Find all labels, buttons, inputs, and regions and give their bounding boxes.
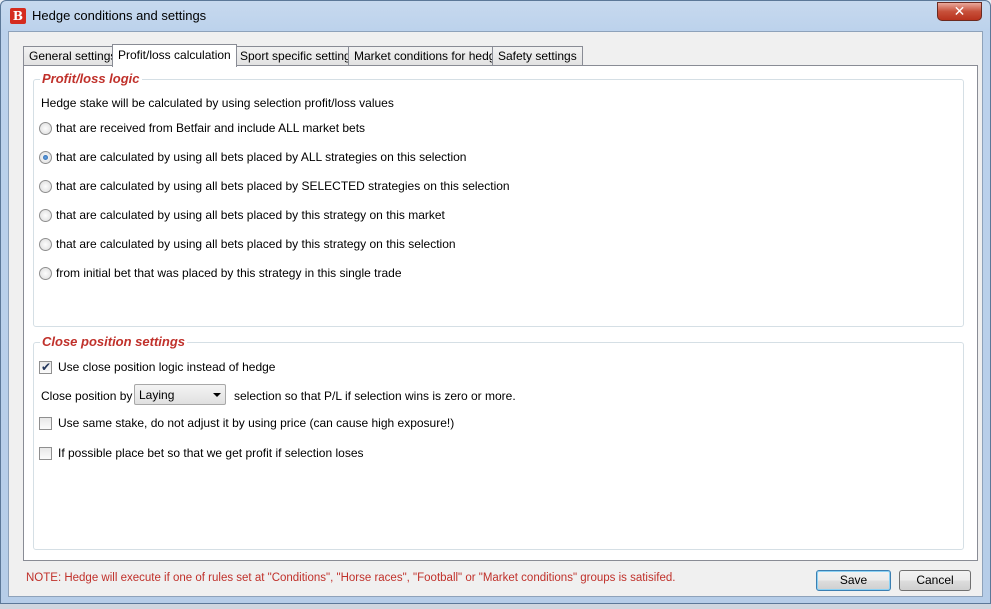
radio-label: that are calculated by using all bets pl… bbox=[56, 150, 467, 164]
close-position-by-label: Close position by bbox=[41, 389, 133, 403]
window-title: Hedge conditions and settings bbox=[32, 8, 207, 23]
close-position-by-dropdown[interactable]: Laying bbox=[134, 384, 226, 405]
tab-safety-settings[interactable]: Safety settings bbox=[492, 46, 583, 66]
radio-label: that are calculated by using all bets pl… bbox=[56, 208, 445, 222]
checkbox-label: Use same stake, do not adjust it by usin… bbox=[58, 416, 455, 430]
radio-label: from initial bet that was placed by this… bbox=[56, 266, 402, 280]
use-close-logic-checkbox[interactable] bbox=[39, 360, 52, 374]
same-stake-checkbox[interactable] bbox=[39, 417, 52, 430]
radio-label: that are calculated by using all bets pl… bbox=[56, 237, 456, 251]
cancel-button[interactable]: Cancel bbox=[899, 570, 971, 591]
footer-note: NOTE: Hedge will execute if one of rules… bbox=[26, 572, 676, 584]
dialog-client-area: General settings Profit/loss calculation… bbox=[8, 31, 983, 597]
title-bar[interactable]: B Hedge conditions and settings ✕ bbox=[1, 1, 990, 31]
radio-button[interactable] bbox=[39, 209, 52, 222]
app-logo-icon: B bbox=[10, 8, 26, 24]
close-position-by-suffix: selection so that P/L if selection wins … bbox=[234, 389, 516, 403]
tab-market-conditions-for-hedge[interactable]: Market conditions for hedge bbox=[348, 46, 509, 66]
close-icon: ✕ bbox=[953, 3, 966, 19]
save-button[interactable]: Save bbox=[816, 570, 891, 591]
radio-button[interactable] bbox=[39, 122, 52, 135]
checkbox-label: If possible place bet so that we get pro… bbox=[58, 446, 364, 460]
profit-loss-intro-text: Hedge stake will be calculated by using … bbox=[41, 96, 394, 110]
dialog-window: B Hedge conditions and settings ✕ Genera… bbox=[0, 0, 991, 604]
tab-general-settings[interactable]: General settings bbox=[23, 46, 123, 66]
tab-panel-profit-loss: Profit/loss logic Hedge stake will be ca… bbox=[23, 65, 978, 561]
radio-button-selected[interactable] bbox=[39, 151, 52, 164]
radio-label: that are calculated by using all bets pl… bbox=[56, 179, 510, 193]
profit-loss-logic-title: Profit/loss logic bbox=[40, 71, 142, 86]
radio-label: that are received from Betfair and inclu… bbox=[56, 121, 366, 135]
radio-button[interactable] bbox=[39, 267, 52, 280]
window-close-button[interactable]: ✕ bbox=[937, 2, 982, 21]
radio-button[interactable] bbox=[39, 238, 52, 251]
tab-sport-specific-settings[interactable]: Sport specific settings bbox=[234, 46, 363, 66]
profit-if-loses-checkbox[interactable] bbox=[39, 447, 52, 460]
chevron-down-icon bbox=[213, 393, 221, 397]
dropdown-value: Laying bbox=[139, 388, 175, 402]
radio-button[interactable] bbox=[39, 180, 52, 193]
profit-loss-logic-group: Profit/loss logic bbox=[33, 71, 964, 327]
tab-profit-loss-calculation[interactable]: Profit/loss calculation bbox=[112, 44, 237, 67]
close-position-title: Close position settings bbox=[40, 334, 188, 349]
checkbox-label: Use close position logic instead of hedg… bbox=[58, 360, 276, 374]
